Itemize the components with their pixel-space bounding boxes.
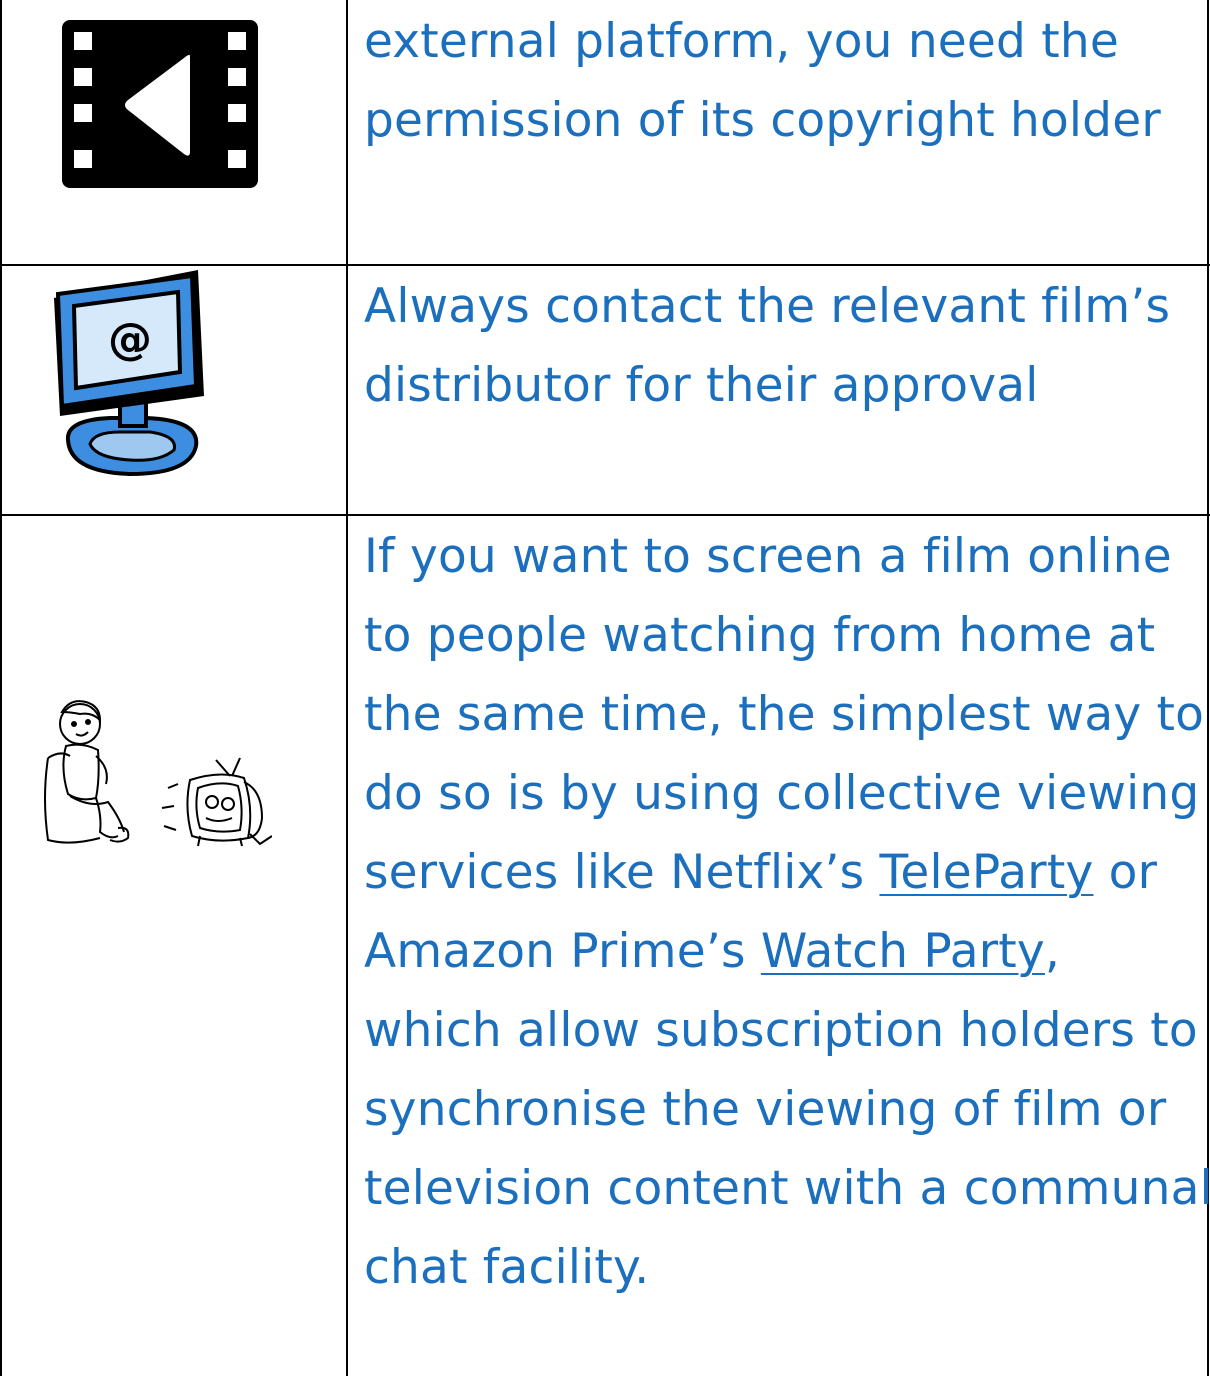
computer-monitor-email-icon: @ [50, 268, 210, 482]
row-3-line-9: television content with a communal [364, 1161, 1210, 1216]
line-5-suffix: or [1093, 845, 1158, 900]
line-6-suffix: , [1044, 924, 1061, 979]
row-2-text: Always contact the relevant film’s distr… [364, 267, 1170, 425]
table-column-divider [346, 0, 348, 1376]
row-2-line-1: Always contact the relevant film’s [364, 279, 1171, 334]
teleparty-link[interactable]: TeleParty [879, 845, 1093, 900]
row-2-line-2: distributor for their approval [364, 358, 1039, 413]
row-3-line-8: synchronise the viewing of film or [364, 1082, 1167, 1137]
row-1-text: external platform, you need the permissi… [364, 2, 1161, 160]
row-3-text: If you want to screen a film online to p… [364, 517, 1210, 1307]
row-3-line-4: do so is by using collective viewing [364, 766, 1200, 821]
row-3-line-7: which allow subscription holders to [364, 1003, 1198, 1058]
row-3-line-10: chat facility. [364, 1240, 650, 1295]
watch-party-link[interactable]: Watch Party [761, 924, 1045, 979]
row-3-line-6: Amazon Prime’s Watch Party, [364, 912, 1210, 991]
svg-text:@: @ [108, 314, 152, 365]
table-left-border [0, 0, 2, 1376]
row-3-line-2: to people watching from home at [364, 608, 1156, 663]
film-strip-play-icon [62, 20, 258, 188]
row-divider-2 [0, 514, 1210, 516]
row-1-line-1: external platform, you need the [364, 14, 1119, 69]
row-divider-1 [0, 264, 1210, 266]
line-5-prefix: services like Netflix’s [364, 845, 880, 900]
line-6-prefix: Amazon Prime’s [364, 924, 761, 979]
info-table: external platform, you need the permissi… [0, 0, 1210, 1376]
row-3-line-5: services like Netflix’s TeleParty or [364, 833, 1210, 912]
row-3-line-3: the same time, the simplest way to [364, 687, 1205, 742]
row-3-line-1: If you want to screen a film online [364, 529, 1172, 584]
person-watching-tv-icon [40, 698, 273, 848]
row-1-line-2: permission of its copyright holder [364, 93, 1161, 148]
